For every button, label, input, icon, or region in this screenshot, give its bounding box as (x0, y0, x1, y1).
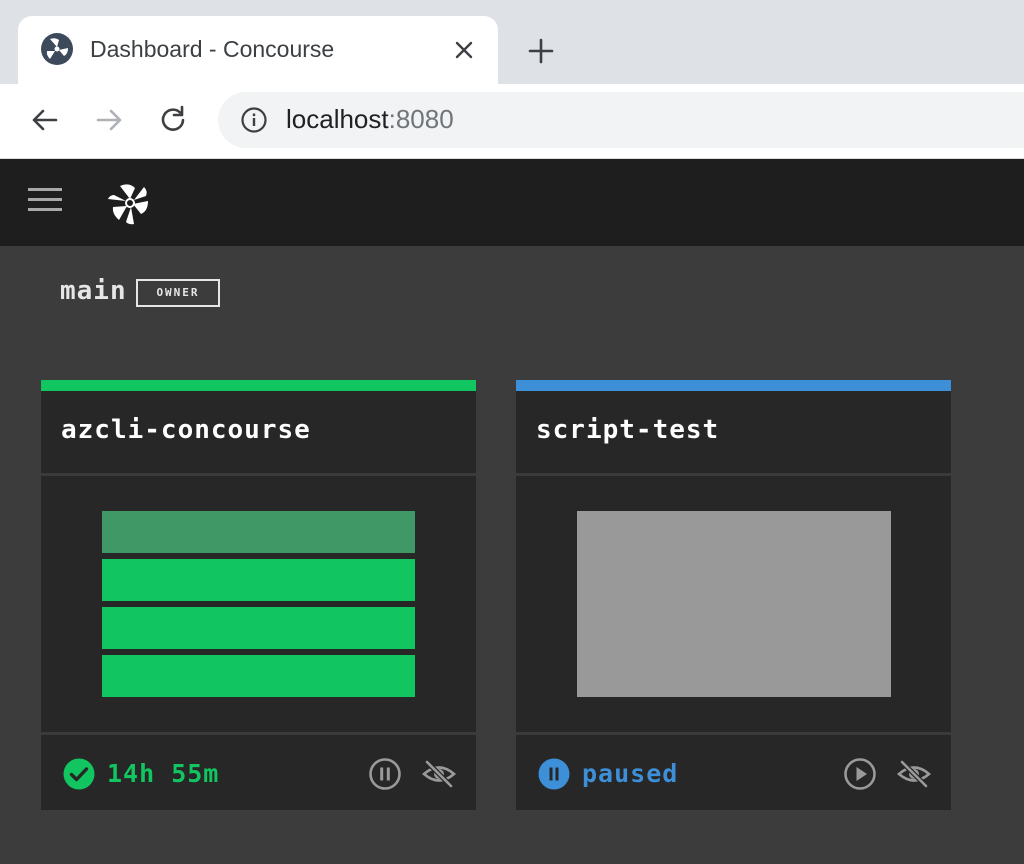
forward-arrow-icon[interactable] (92, 103, 126, 137)
pipeline-status-bar (41, 380, 476, 391)
pipeline-preview (41, 476, 476, 732)
concourse-favicon-icon (41, 33, 73, 65)
url-host: localhost (286, 104, 389, 134)
eye-hidden-icon[interactable] (422, 757, 456, 791)
pipeline-preview (516, 476, 951, 732)
eye-hidden-icon[interactable] (897, 757, 931, 791)
hamburger-menu-icon[interactable] (28, 188, 62, 216)
pipeline-card-azcli-concourse: azcli-concourse 14h 55m (41, 380, 476, 810)
pause-circle-icon[interactable] (368, 757, 402, 791)
pipeline-status-text: paused (582, 759, 679, 788)
url-port: :8080 (388, 104, 454, 134)
address-bar[interactable]: localhost:8080 (218, 92, 1024, 148)
pipeline-card-header[interactable]: script-test (516, 391, 951, 476)
paused-status-icon (538, 758, 570, 790)
team-name: main (60, 276, 127, 306)
job-box[interactable] (577, 511, 891, 697)
tab-title: Dashboard - Concourse (90, 36, 335, 62)
close-tab-icon[interactable] (452, 38, 476, 62)
pipeline-card-footer: 14h 55m (41, 735, 476, 810)
browser-tab-strip: Dashboard - Concourse (0, 0, 1024, 84)
play-circle-icon[interactable] (843, 757, 877, 791)
team-role-badge: OWNER (136, 279, 220, 307)
concourse-logo-icon[interactable] (104, 177, 156, 229)
url-text: localhost:8080 (286, 104, 454, 135)
back-arrow-icon[interactable] (28, 103, 62, 137)
pipeline-status-text: 14h 55m (107, 759, 220, 788)
job-box[interactable] (102, 559, 415, 601)
browser-tab[interactable]: Dashboard - Concourse (18, 16, 498, 84)
pipeline-name[interactable]: script-test (536, 415, 719, 445)
browser-toolbar: localhost:8080 (0, 84, 1024, 159)
pipeline-card-script-test: script-test paused (516, 380, 951, 810)
pipeline-card-header[interactable]: azcli-concourse (41, 391, 476, 476)
pipeline-name[interactable]: azcli-concourse (61, 415, 311, 445)
new-tab-icon[interactable] (526, 36, 556, 66)
concourse-top-bar (0, 159, 1024, 246)
job-box[interactable] (102, 607, 415, 649)
success-check-icon (63, 758, 95, 790)
job-box[interactable] (102, 655, 415, 697)
pipeline-card-footer: paused (516, 735, 951, 810)
job-box[interactable] (102, 511, 415, 553)
pipeline-status-bar (516, 380, 951, 391)
reload-icon[interactable] (156, 103, 190, 137)
site-info-icon[interactable] (240, 106, 268, 134)
